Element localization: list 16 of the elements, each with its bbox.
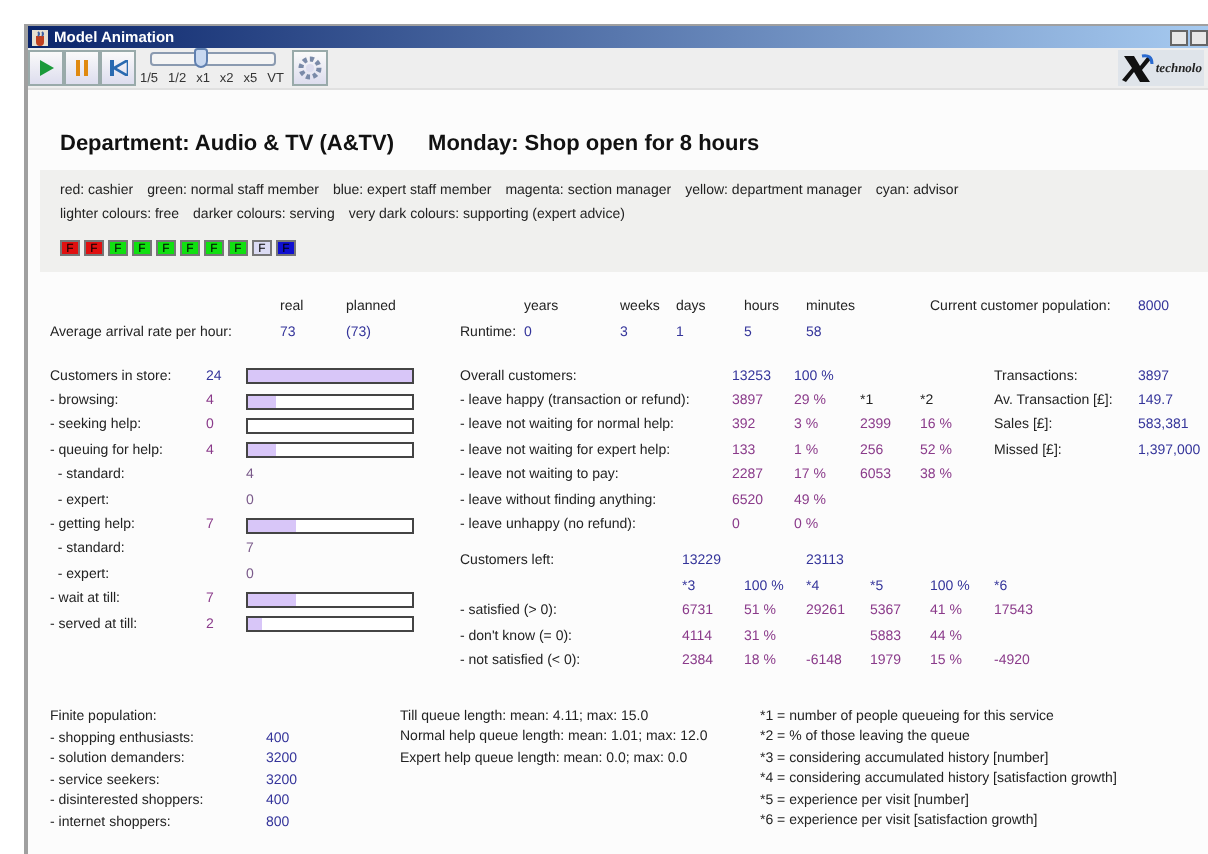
logo-icon [1121, 53, 1154, 83]
play-icon [39, 60, 53, 76]
minimize-button[interactable] [1170, 29, 1188, 45]
maximize-button[interactable] [1190, 29, 1208, 45]
app-icon [32, 29, 48, 45]
settings-icon [298, 56, 322, 80]
slider-thumb[interactable] [194, 47, 208, 67]
pause-button[interactable] [64, 50, 100, 86]
skip-back-icon [109, 60, 127, 76]
schedule-title: Monday: Shop open for 8 hours [428, 130, 760, 158]
department-title: Department: Audio & TV (A&TV) [60, 130, 395, 158]
play-button[interactable] [28, 50, 64, 86]
speed-slider[interactable] [150, 51, 276, 65]
rewind-button[interactable] [100, 50, 136, 86]
pause-icon [76, 60, 88, 76]
settings-button[interactable] [292, 50, 328, 86]
